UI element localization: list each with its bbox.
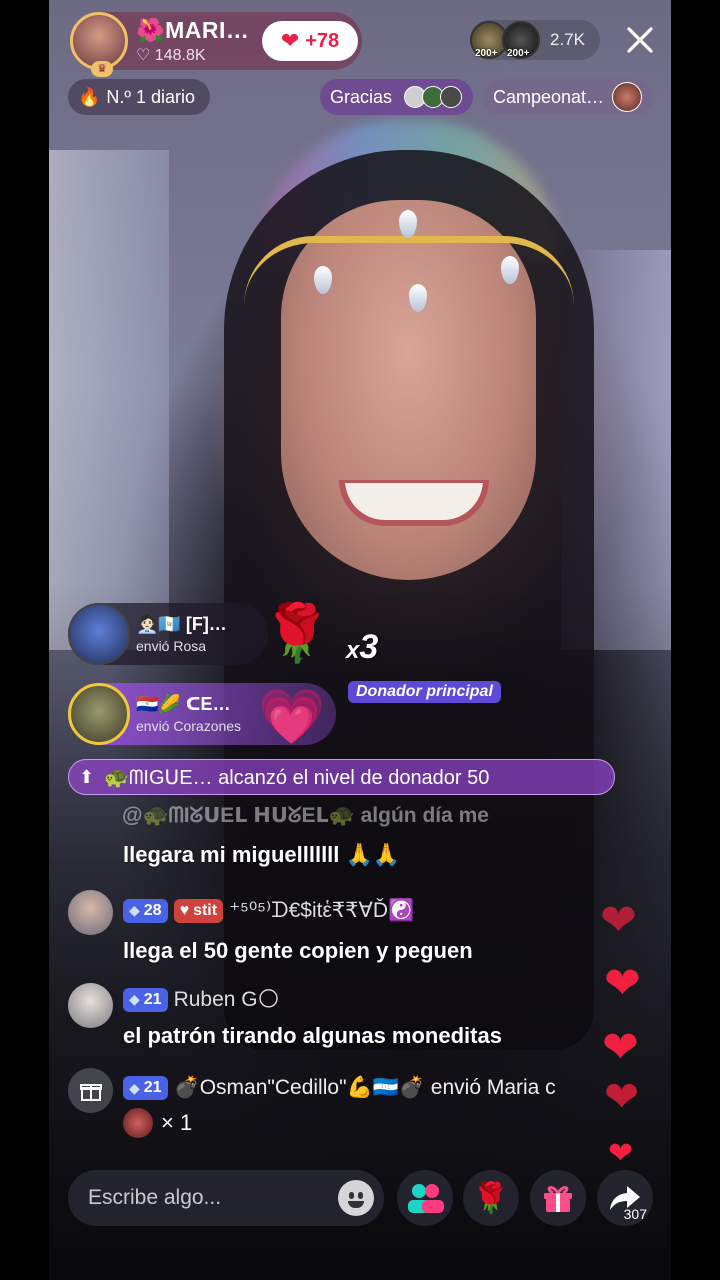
- commenter-name[interactable]: Ruben G🌕: [174, 987, 280, 1012]
- comment-text: llegara mi miguelllllll 🙏🙏: [123, 842, 401, 867]
- host-info: 🌺MARI… ♡ 148.8K: [136, 17, 249, 65]
- gift-button[interactable]: [530, 1170, 586, 1226]
- gift-sender-avatar[interactable]: [68, 683, 130, 745]
- host-badge-icon: ♛: [91, 61, 113, 77]
- level-badge: ◆ 21: [123, 1076, 168, 1100]
- heart-icon: ❤: [280, 28, 300, 53]
- comment-input[interactable]: [88, 1186, 328, 1210]
- background-wall: [49, 150, 169, 650]
- trophy-icon: [612, 82, 643, 112]
- gift-icon: [544, 1186, 572, 1212]
- viewer-level: 200+: [475, 48, 498, 59]
- comment-faded: @🐢ᗰIᘜᑌEᒪ ᕼᑌᘜEᒪ🐢 algún día me: [122, 804, 489, 827]
- viewer-level: 200+: [507, 48, 530, 59]
- gift-count: × 1: [161, 1110, 193, 1135]
- gift-box-icon: [68, 1068, 113, 1113]
- level-badge: ◆ 21: [123, 987, 168, 1012]
- gift-label: envió Rosa: [136, 638, 207, 654]
- flame-icon: 🔥: [78, 86, 101, 107]
- viewer-avatar[interactable]: 200+: [502, 21, 540, 59]
- level-badge: ◆ 28: [123, 898, 168, 923]
- follow-button[interactable]: ❤ +78: [262, 21, 358, 61]
- multi-guest-button[interactable]: [397, 1170, 453, 1226]
- heart-icon: ❤: [608, 1137, 634, 1170]
- gift-quantity: × 1: [123, 1108, 192, 1138]
- gift-notification[interactable]: 🧑🏻‍💼🇬🇹 [F]… envió Rosa: [68, 603, 268, 665]
- emoji-icon[interactable]: [338, 1180, 374, 1216]
- users-icon: [408, 1184, 444, 1213]
- gift-thumbnail-icon: [123, 1108, 153, 1138]
- share-button[interactable]: 307: [597, 1170, 653, 1226]
- viewer-count: 2.7K: [550, 30, 585, 49]
- comment-header: ◆ 21 💣Osman"Cedillo"💪🇭🇳💣 envió Maria c: [123, 1076, 556, 1100]
- heart-icon: ❤: [604, 959, 641, 1008]
- rose-icon: 🌹: [262, 601, 332, 664]
- comment-item[interactable]: ◆ 28 ♥ stit ⁺⁵⁰⁵⁾ᗪ€$itἑ₹₹∀Ď☯️ llega el 50 …: [68, 890, 658, 970]
- host-name: 🌺MARI…: [136, 17, 250, 43]
- rose-gift-button[interactable]: 🌹: [463, 1170, 519, 1226]
- thanks-label: Gracias: [330, 86, 393, 107]
- comment-item[interactable]: llegara mi miguelllllll 🙏🙏: [68, 842, 658, 872]
- host-profile[interactable]: ♛ 🌺MARI… ♡ 148.8K ❤ +78: [70, 12, 362, 77]
- thanks-chip[interactable]: Gracias: [320, 79, 473, 115]
- commenter-avatar[interactable]: [68, 983, 113, 1028]
- host-likes: ♡ 148.8K: [136, 47, 206, 64]
- heart-icon: ❤: [604, 1073, 640, 1120]
- gift-text: 🧑🏻‍💼🇬🇹 [F]… envió Rosa: [136, 614, 227, 654]
- comment-text: el patrón tirando algunas moneditas: [123, 1023, 502, 1048]
- share-count: 307: [623, 1206, 647, 1222]
- diamond-icon: ◆: [129, 1079, 140, 1096]
- viewer-avatar: [440, 86, 463, 108]
- team-badge: ♥ stit: [173, 898, 224, 923]
- gift-label: envió Corazones: [136, 718, 242, 734]
- arrow-up-icon: ⬆: [79, 766, 95, 787]
- commenter-avatar[interactable]: [68, 890, 113, 935]
- close-icon[interactable]: [622, 22, 658, 58]
- heart-icon: ❤: [600, 896, 637, 945]
- rank-label: N.º 1 diario: [106, 86, 196, 107]
- heart-icon: 💗: [258, 687, 326, 747]
- comment-header: ◆ 21 Ruben G🌕: [123, 987, 280, 1012]
- comment-text: llega el 50 gente copien y peguen: [123, 938, 473, 963]
- campaign-label: Campeonat…: [493, 86, 605, 107]
- top-donor-badge: Donador principal: [348, 681, 501, 703]
- follow-label: +78: [305, 29, 340, 52]
- host-avatar[interactable]: ♛: [70, 12, 128, 77]
- diamond-icon: ◆: [129, 902, 140, 918]
- diamond-icon: ◆: [129, 991, 140, 1007]
- comment-header: ◆ 28 ♥ stit ⁺⁵⁰⁵⁾ᗪ€$itἑ₹₹∀Ď☯️: [123, 898, 414, 923]
- viewer-list[interactable]: 200+ 200+ 2.7K: [470, 20, 600, 60]
- commenter-name[interactable]: ⁺⁵⁰⁵⁾ᗪ€$itἑ₹₹∀Ď☯️: [229, 898, 414, 923]
- level-up-banner[interactable]: ⬆ 🐢ᗰIGᑌE… alcanzó el nivel de donador 50: [68, 759, 615, 795]
- gift-sender-name: 🧑🏻‍💼🇬🇹 [F]…: [136, 614, 227, 634]
- comment-input-box[interactable]: [68, 1170, 384, 1226]
- rose-icon: 🌹: [472, 1181, 510, 1215]
- gift-text: 🇵🇾🌽 ᑕE… envió Corazones: [136, 694, 241, 734]
- commenter-name[interactable]: 💣Osman"Cedillo"💪🇭🇳💣 envió Maria c: [174, 1076, 556, 1100]
- gift-sender-avatar[interactable]: [68, 603, 130, 665]
- daily-rank-chip[interactable]: 🔥 N.º 1 diario: [68, 79, 210, 115]
- level-banner-text: 🐢ᗰIGᑌE… alcanzó el nivel de donador 50: [104, 766, 490, 789]
- comment-item[interactable]: ◆ 21 Ruben G🌕 el patrón tirando algunas m…: [68, 983, 658, 1053]
- heart-icon: ❤: [602, 1023, 639, 1072]
- gift-combo: x3: [346, 628, 379, 666]
- campaign-chip[interactable]: Campeonat…: [483, 79, 653, 115]
- streamer-smile: [339, 480, 489, 526]
- shield-icon: ♥: [179, 901, 190, 919]
- gift-comment-item[interactable]: ◆ 21 💣Osman"Cedillo"💪🇭🇳💣 envió Maria c × …: [68, 1068, 658, 1138]
- gift-sender-name: 🇵🇾🌽 ᑕE…: [136, 694, 231, 714]
